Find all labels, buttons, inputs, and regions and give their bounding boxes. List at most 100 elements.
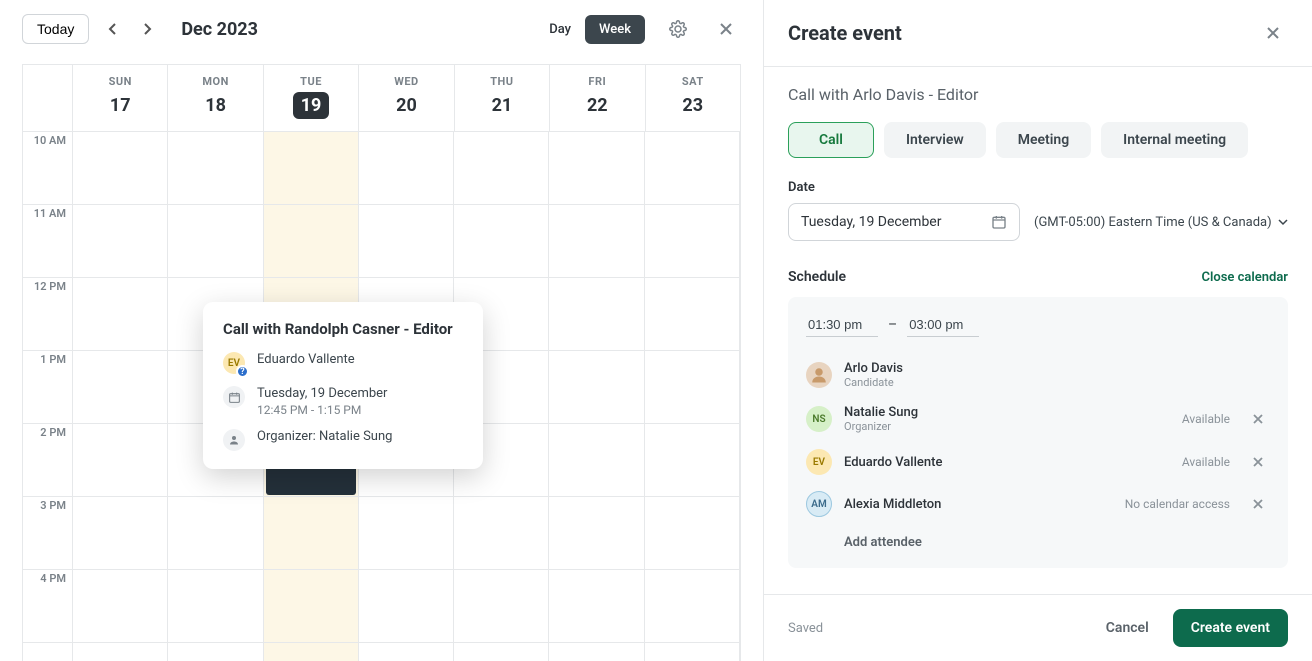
time-label: 10 AM [23,132,72,205]
chevron-left-icon [107,22,117,36]
event-type-call[interactable]: Call [788,122,874,158]
event-type-internal[interactable]: Internal meeting [1101,122,1248,158]
popover-organizer: Organizer: Natalie Sung [257,429,392,444]
day-of-week-label: SAT [646,75,740,88]
attendee-name: Alexia Middleton [844,497,1113,512]
calendar-grid: SUN 17 MON 18 TUE 19 WED 20 THU 21 FRI 22 SAT 23 10 A… [0,58,763,661]
time-label: 11 AM [23,205,72,278]
attendee-avatar [806,362,832,388]
day-number: 23 [674,92,711,119]
close-calendar-link[interactable]: Close calendar [1201,270,1288,285]
date-picker[interactable]: Tuesday, 19 December [788,203,1020,241]
day-header-cell[interactable]: MON 18 [168,65,263,131]
calendar-toolbar: Today Dec 2023 Day Week [0,0,763,58]
event-type-tabs: Call Interview Meeting Internal meeting [788,122,1288,158]
cancel-button[interactable]: Cancel [1096,612,1159,644]
close-icon [1265,25,1281,41]
day-of-week-label: WED [359,75,453,88]
day-number: 20 [388,92,425,119]
event-type-meeting[interactable]: Meeting [996,122,1091,158]
view-week-button[interactable]: Week [585,15,645,44]
event-name-heading: Call with Arlo Davis - Editor [788,85,1288,104]
popover-attendee-name: Eduardo Vallente [257,352,355,367]
remove-attendee-button[interactable] [1252,413,1270,425]
attendee-info: Eduardo Vallente [844,455,1170,470]
question-badge-icon: ? [236,365,249,378]
start-time-input[interactable] [806,313,878,337]
time-label: 4 PM [23,570,72,643]
add-attendee-button[interactable]: Add attendee [806,525,1270,552]
day-header-row: SUN 17 MON 18 TUE 19 WED 20 THU 21 FRI 22 SAT 23 [22,64,741,132]
day-column-sun[interactable] [73,132,168,661]
day-of-week-label: THU [455,75,549,88]
panel-title: Create event [788,21,902,45]
day-header-cell[interactable]: TUE 19 [264,65,359,131]
time-label: 3 PM [23,497,72,570]
day-column-fri[interactable] [549,132,644,661]
prev-week-button[interactable] [99,16,125,42]
attendee-row: EV Eduardo Vallente Available [806,441,1270,483]
gear-icon [669,20,687,38]
month-label: Dec 2023 [181,19,258,40]
event-popover: Call with Randolph Casner - Editor EV? E… [203,302,483,469]
time-gutter: 10 AM11 AM12 PM1 PM2 PM3 PM4 PM [23,132,73,661]
close-panel-button[interactable] [1258,18,1288,48]
day-header-cell[interactable]: FRI 22 [550,65,645,131]
attendee-status: Available [1182,455,1230,469]
close-calendar-button[interactable] [711,14,741,44]
event-type-interview[interactable]: Interview [884,122,986,158]
calendar-body: 10 AM11 AM12 PM1 PM2 PM3 PM4 PM Call wit… [22,132,741,661]
time-label: 2 PM [23,424,72,497]
create-event-button[interactable]: Create event [1173,609,1288,647]
next-week-button[interactable] [135,16,161,42]
day-header-cell[interactable]: SUN 17 [73,65,168,131]
attendee-avatar: EV [806,449,832,475]
day-number: 17 [102,92,139,119]
calendar-icon [991,214,1007,230]
attendee-status: No calendar access [1125,497,1230,511]
view-day-button[interactable]: Day [535,15,585,44]
attendee-avatar: EV? [223,352,245,374]
day-of-week-label: MON [168,75,262,88]
popover-date: Tuesday, 19 December [257,386,387,401]
day-of-week-label: SUN [73,75,167,88]
calendar-icon [223,386,245,408]
today-button[interactable]: Today [22,14,89,44]
day-column-sat[interactable] [645,132,740,661]
day-header-cell[interactable]: THU 21 [455,65,550,131]
remove-attendee-button[interactable] [1252,498,1270,510]
day-of-week-label: FRI [550,75,644,88]
attendee-role: Candidate [844,376,1240,389]
day-number: 19 [293,92,330,119]
create-event-panel: Create event Call with Arlo Davis - Edit… [764,0,1312,661]
day-number: 22 [579,92,616,119]
day-header-cell[interactable]: WED 20 [359,65,454,131]
attendee-row: AM Alexia Middleton No calendar access [806,483,1270,525]
attendee-name: Arlo Davis [844,361,1240,376]
settings-button[interactable] [663,14,693,44]
chevron-down-icon [1278,218,1288,226]
attendee-status: Available [1182,412,1230,426]
attendee-name: Natalie Sung [844,405,1170,420]
attendee-info: Natalie SungOrganizer [844,405,1170,433]
saved-status: Saved [788,621,1082,636]
schedule-box: – Arlo DavisCandidate NS Natalie SungOrgan… [788,297,1288,568]
day-number: 21 [484,92,521,119]
day-header-cell[interactable]: SAT 23 [646,65,740,131]
person-icon [223,429,245,451]
attendee-role: Organizer [844,420,1170,433]
popover-time-range: 12:45 PM - 1:15 PM [257,403,387,417]
popover-title: Call with Randolph Casner - Editor [223,320,463,338]
timezone-select[interactable]: (GMT-05:00) Eastern Time (US & Canada) [1034,215,1288,230]
day-number: 18 [197,92,234,119]
day-of-week-label: TUE [264,75,358,88]
remove-attendee-button[interactable] [1252,456,1270,468]
attendee-avatar: NS [806,406,832,432]
attendee-avatar: AM [806,491,832,517]
time-label: 1 PM [23,351,72,424]
end-time-input[interactable] [907,313,979,337]
time-separator: – [888,317,897,333]
date-field-label: Date [788,180,1288,195]
close-icon [718,21,734,37]
date-picker-value: Tuesday, 19 December [801,214,941,230]
